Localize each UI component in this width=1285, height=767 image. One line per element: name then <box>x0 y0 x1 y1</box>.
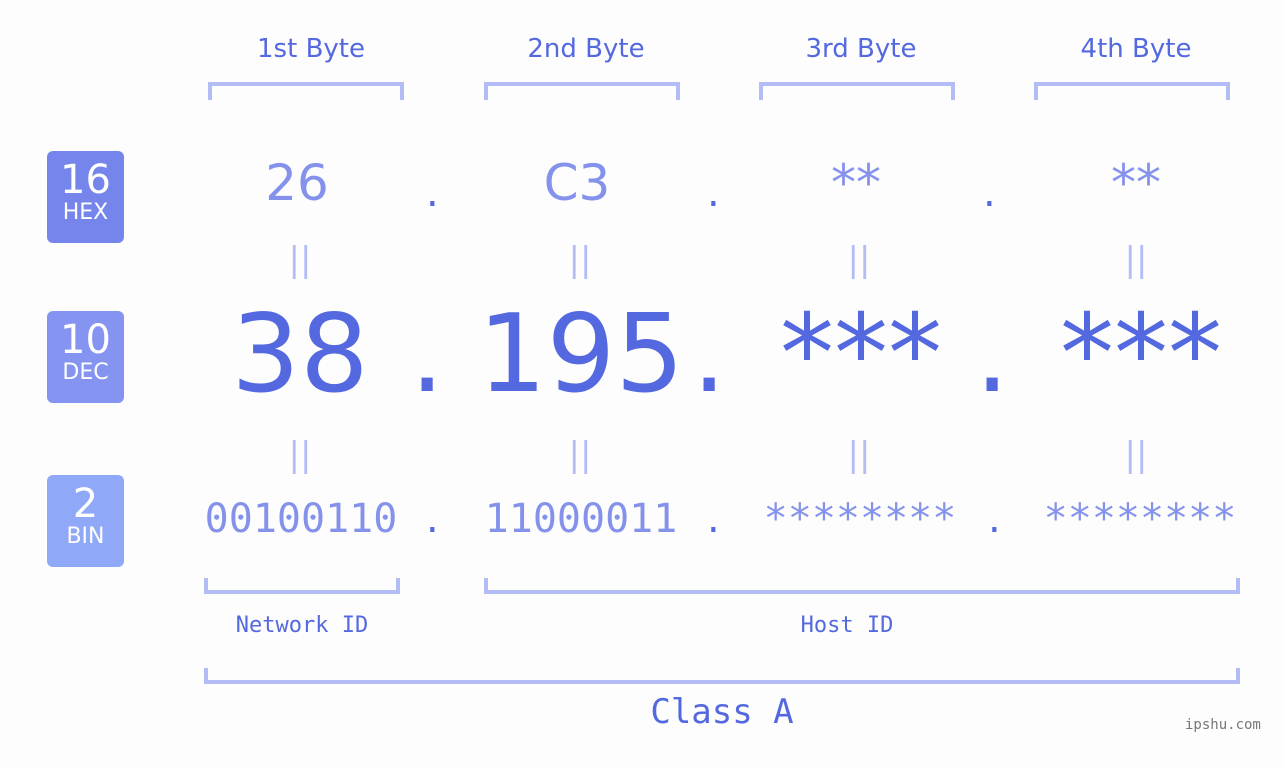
dec-dot-3: . <box>975 292 1010 417</box>
dec-badge-number: 10 <box>60 317 111 363</box>
bin-byte-2: 11000011 <box>484 496 678 542</box>
hex-dot-2: . <box>707 170 720 216</box>
hex-badge: 16 HEX <box>47 151 124 243</box>
byte-bracket-3 <box>759 82 955 100</box>
class-bracket <box>204 668 1240 684</box>
hex-dot-1: . <box>426 170 439 216</box>
bin-byte-3: ******** <box>763 496 957 542</box>
dec-dot-2: . <box>692 292 727 417</box>
watermark: ipshu.com <box>1185 717 1261 733</box>
byte-bracket-1 <box>208 82 404 100</box>
byte-header-3: 3rd Byte <box>805 34 917 64</box>
dec-byte-2: 195 <box>477 292 685 417</box>
equals-sign: || <box>847 240 871 280</box>
equals-sign: || <box>568 435 592 475</box>
hex-byte-3: ** <box>831 154 881 212</box>
byte-header-1: 1st Byte <box>257 34 365 64</box>
dec-dot-1: . <box>410 292 445 417</box>
bin-badge-number: 2 <box>72 481 99 527</box>
equals-sign: || <box>1124 435 1148 475</box>
hex-byte-1: 26 <box>265 154 329 212</box>
bin-badge: 2 BIN <box>47 475 124 567</box>
byte-header-4: 4th Byte <box>1080 34 1192 64</box>
equals-sign: || <box>568 240 592 280</box>
network-id-label: Network ID <box>235 613 369 638</box>
dec-byte-3: *** <box>780 292 942 417</box>
bin-byte-4: ******** <box>1043 496 1237 542</box>
network-id-bracket <box>204 578 400 594</box>
bin-dot-1: . <box>426 496 439 542</box>
dec-badge: 10 DEC <box>47 311 124 403</box>
hex-badge-number: 16 <box>60 157 111 203</box>
hex-badge-label: HEX <box>62 200 109 225</box>
dec-byte-4: *** <box>1060 292 1222 417</box>
host-id-bracket <box>484 578 1240 594</box>
dec-badge-label: DEC <box>62 360 109 385</box>
host-id-label: Host ID <box>800 613 894 638</box>
bin-byte-1: 00100110 <box>204 496 398 542</box>
equals-sign: || <box>288 240 312 280</box>
bin-badge-label: BIN <box>66 524 105 549</box>
equals-sign: || <box>288 435 312 475</box>
hex-byte-4: ** <box>1111 154 1161 212</box>
dec-byte-1: 38 <box>231 292 369 417</box>
hex-byte-2: C3 <box>543 154 611 212</box>
bin-dot-3: . <box>988 496 1001 542</box>
equals-sign: || <box>847 435 871 475</box>
byte-bracket-2 <box>484 82 680 100</box>
bin-dot-2: . <box>707 496 720 542</box>
byte-header-2: 2nd Byte <box>527 34 645 64</box>
equals-sign: || <box>1124 240 1148 280</box>
hex-dot-3: . <box>983 170 996 216</box>
class-label: Class A <box>650 692 794 732</box>
byte-bracket-4 <box>1034 82 1230 100</box>
